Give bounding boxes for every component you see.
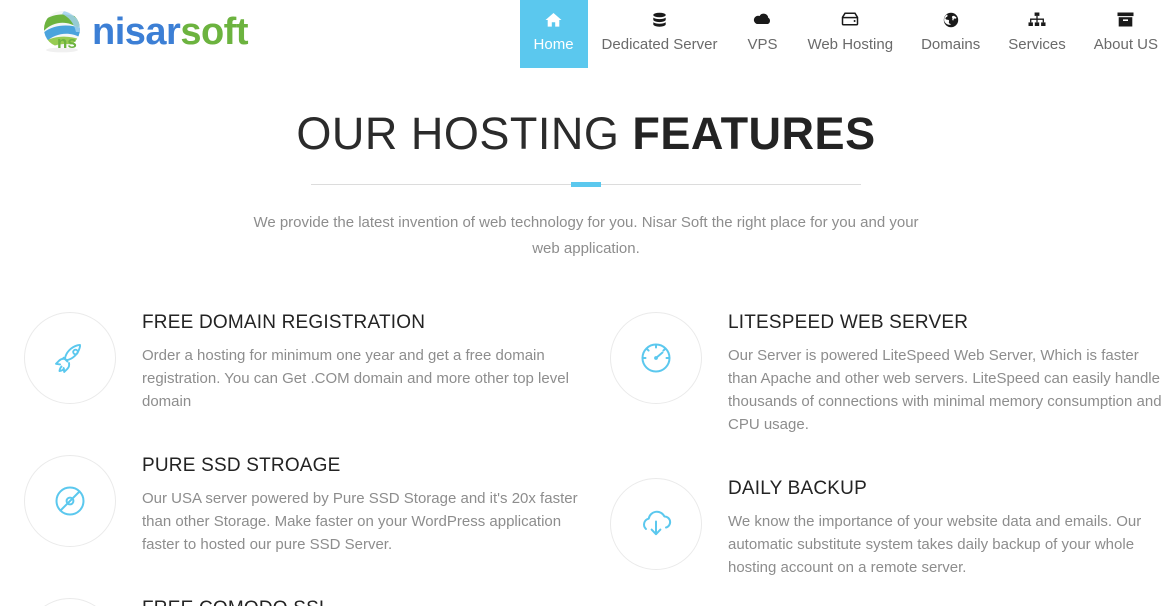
sitemap-icon — [1028, 12, 1046, 31]
feature-item: FREE DOMAIN REGISTRATION Order a hosting… — [24, 306, 586, 413]
nav-item-about-us[interactable]: About US — [1080, 0, 1172, 68]
nav-item-vps[interactable]: VPS — [731, 0, 793, 68]
title-divider — [311, 182, 861, 188]
feature-item: FREE COMODO SSL — [24, 592, 586, 606]
nav-item-services[interactable]: Services — [994, 0, 1080, 68]
cloud-download-icon — [610, 478, 702, 570]
feature-item: DAILY BACKUP We know the importance of y… — [610, 472, 1172, 579]
disc-icon — [24, 455, 116, 547]
section-header: OUR HOSTING FEATURES We provide the late… — [0, 106, 1172, 262]
feature-text: FREE COMODO SSL — [142, 592, 586, 606]
features-column-left: FREE DOMAIN REGISTRATION Order a hosting… — [24, 306, 586, 606]
feature-description: Our Server is powered LiteSpeed Web Serv… — [728, 347, 1162, 433]
feature-title: DAILY BACKUP — [728, 478, 867, 499]
nav-item-home[interactable]: Home — [519, 0, 588, 68]
nav-item-dedicated-server[interactable]: Dedicated Server — [588, 0, 732, 68]
nav-item-domains[interactable]: Domains — [907, 0, 994, 68]
nav-label-home: Home — [533, 36, 574, 53]
features-column-right: LITESPEED WEB SERVER Our Server is power… — [610, 306, 1172, 606]
feature-item: LITESPEED WEB SERVER Our Server is power… — [610, 306, 1172, 436]
feature-description: Order a hosting for minimum one year and… — [142, 347, 569, 410]
nav-label-domains: Domains — [921, 36, 981, 53]
server-icon — [841, 12, 859, 31]
globe-icon — [943, 12, 959, 31]
archive-box-icon — [1117, 12, 1134, 31]
nav-label-dedicated-server: Dedicated Server — [601, 36, 718, 53]
page-title-light: OUR HOSTING — [296, 108, 633, 159]
feature-text: DAILY BACKUP We know the importance of y… — [728, 472, 1172, 579]
divider-accent — [571, 182, 601, 187]
nav-label-web-hosting: Web Hosting — [807, 36, 894, 53]
feature-text: FREE DOMAIN REGISTRATION Order a hosting… — [142, 306, 586, 413]
features-section: FREE DOMAIN REGISTRATION Order a hosting… — [0, 306, 1172, 606]
page-title: OUR HOSTING FEATURES — [0, 106, 1172, 162]
feature-title: FREE COMODO SSL — [142, 596, 586, 606]
main-navigation: Home Dedicated Server VPS Web Hosting Do… — [519, 0, 1172, 68]
page-subtitle: We provide the latest invention of web t… — [253, 214, 919, 257]
nav-item-web-hosting[interactable]: Web Hosting — [793, 0, 907, 68]
tachometer-icon — [610, 312, 702, 404]
feature-title: FREE DOMAIN REGISTRATION — [142, 312, 426, 333]
page-title-bold: FEATURES — [632, 108, 876, 159]
nav-label-about-us: About US — [1093, 36, 1158, 53]
feature-text: PURE SSD STROAGE Our USA server powered … — [142, 449, 586, 556]
nav-label-vps: VPS — [747, 36, 778, 53]
svg-text:ns: ns — [57, 33, 77, 52]
feature-description: Our USA server powered by Pure SSD Stora… — [142, 490, 578, 553]
site-logo[interactable]: ns nisarsoft — [38, 4, 248, 60]
nav-label-services: Services — [1008, 36, 1066, 53]
logo-wordmark: nisarsoft — [92, 13, 248, 51]
logo-globe-icon: ns — [38, 8, 90, 56]
rocket-icon — [24, 312, 116, 404]
logo-word-nisar: nisar — [92, 11, 181, 53]
logo-word-soft: soft — [180, 11, 248, 53]
feature-title: PURE SSD STROAGE — [142, 455, 341, 476]
site-header: ns nisarsoft Home Dedicated Server VPS W… — [0, 0, 1172, 68]
feature-text: LITESPEED WEB SERVER Our Server is power… — [728, 306, 1172, 436]
home-icon — [545, 12, 562, 31]
feature-item: PURE SSD STROAGE Our USA server powered … — [24, 449, 586, 556]
cloud-icon — [753, 12, 772, 31]
feature-description: We know the importance of your website d… — [728, 513, 1142, 576]
database-icon — [652, 12, 667, 31]
shield-icon — [24, 598, 116, 606]
feature-title: LITESPEED WEB SERVER — [728, 312, 969, 333]
